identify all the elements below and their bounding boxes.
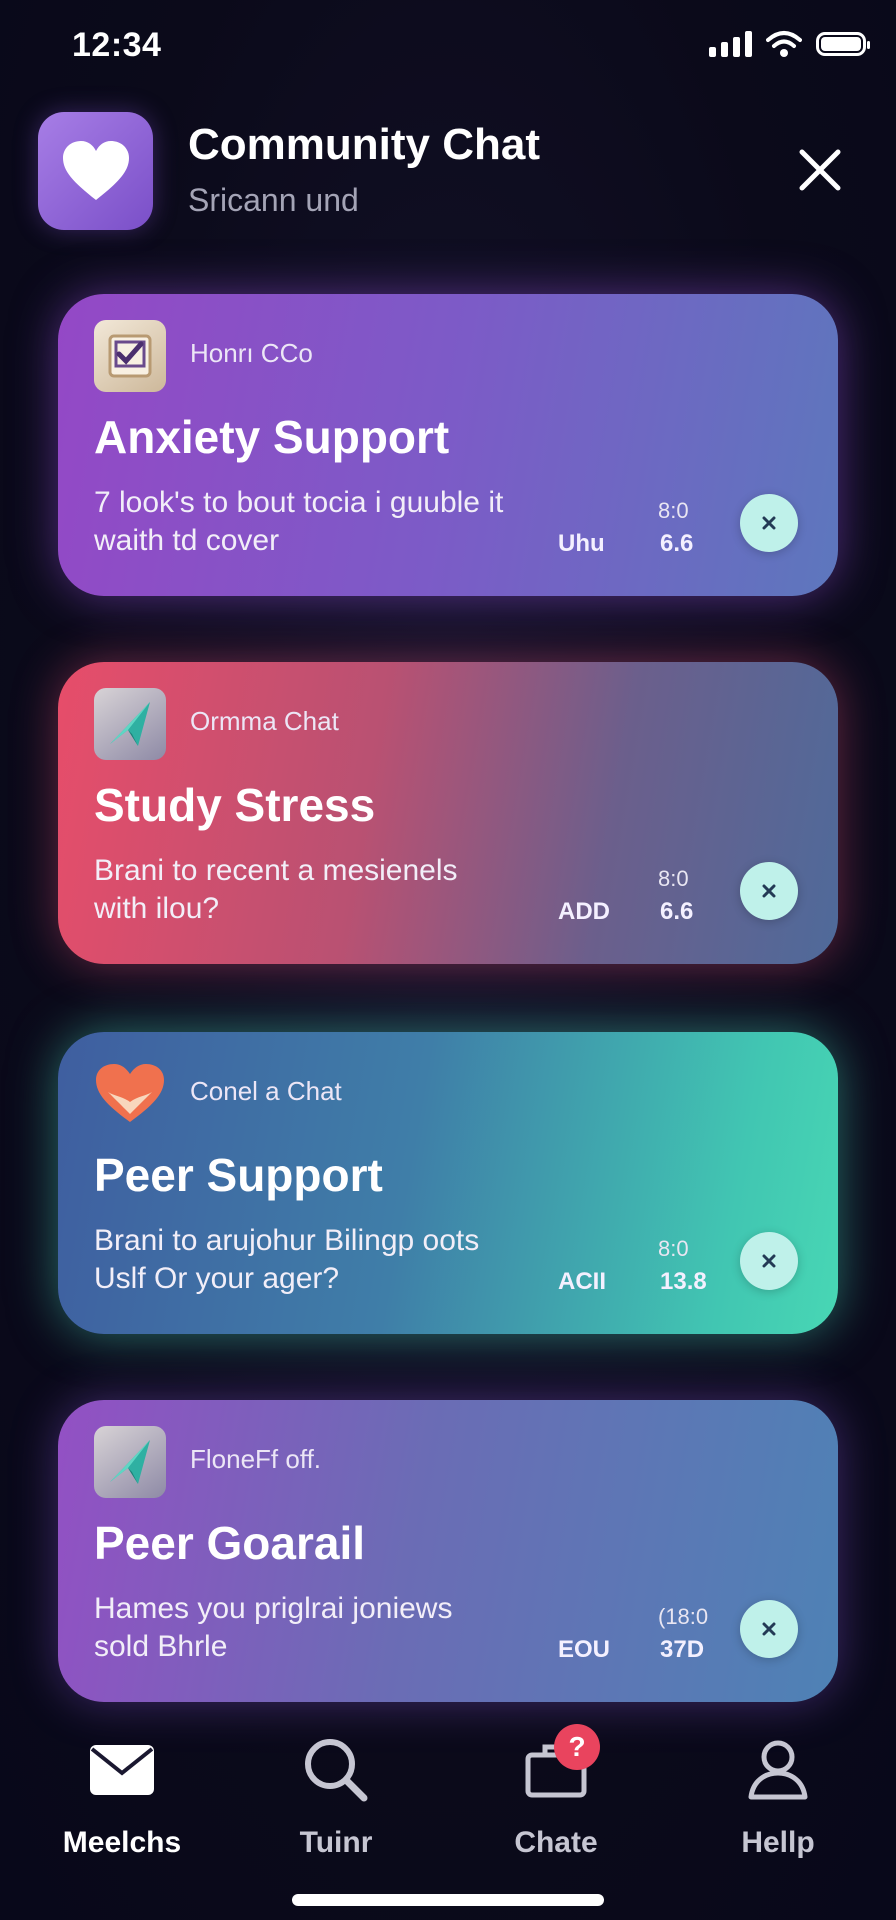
card-description-line: Uslf Or your ager? bbox=[94, 1262, 340, 1295]
card-stat-label: ADD bbox=[558, 898, 610, 925]
status-time: 12:34 bbox=[72, 26, 162, 64]
card-eyebrow: Ormma Chat bbox=[190, 706, 339, 736]
card-stat-top: (18:0 bbox=[658, 1604, 709, 1629]
app-logo bbox=[38, 112, 153, 230]
wifi-icon bbox=[766, 31, 802, 57]
status-icons bbox=[709, 30, 870, 58]
notification-badge: ? bbox=[554, 1724, 600, 1770]
card-description-line: with ilou? bbox=[94, 892, 220, 925]
dismiss-button[interactable] bbox=[740, 1232, 798, 1290]
close-icon bbox=[799, 149, 841, 191]
chat-card-study-stress[interactable]: Ormma Chat Study Stress Brani to recent … bbox=[58, 662, 838, 964]
card-title: Peer Goarail bbox=[94, 1517, 366, 1569]
card-description-line: sold Bhrle bbox=[94, 1630, 228, 1663]
card-stat-value: 6.6 bbox=[660, 898, 694, 925]
card-description: Brani to arujohur Bilingp oots Uslf Or y… bbox=[94, 1222, 564, 1298]
card-stat-label: ACII bbox=[558, 1268, 606, 1295]
heart-hands-icon bbox=[94, 1058, 166, 1130]
card-stat-top: 8:0 bbox=[658, 866, 689, 891]
close-icon bbox=[762, 516, 776, 530]
battery-icon bbox=[816, 32, 870, 56]
checklist-icon bbox=[94, 320, 166, 392]
card-stat-label: EOU bbox=[558, 1636, 611, 1663]
nav-label: Meelchs bbox=[62, 1826, 182, 1859]
close-icon bbox=[762, 1254, 776, 1268]
page-subtitle: Sricann und bbox=[188, 182, 359, 218]
close-icon bbox=[762, 1622, 776, 1636]
mail-icon bbox=[82, 1730, 162, 1810]
heart-icon bbox=[62, 141, 129, 200]
header: Community Chat Sricann und bbox=[38, 110, 858, 235]
briefcase-icon: ? bbox=[516, 1724, 600, 1810]
status-bar: 12:34 bbox=[0, 0, 896, 90]
card-stat-value: 37D bbox=[660, 1636, 705, 1663]
person-icon bbox=[738, 1730, 818, 1810]
card-stat-value: 13.8 bbox=[660, 1268, 707, 1295]
card-stat-label: Uhu bbox=[558, 530, 605, 557]
card-description-line: Hames you priglrai joniews bbox=[94, 1592, 453, 1625]
chat-card-peer-goarail[interactable]: FloneFf off. Peer Goarail Hames you prig… bbox=[58, 1400, 838, 1702]
card-eyebrow: Conel a Chat bbox=[190, 1076, 342, 1106]
nav-item-hellp[interactable]: Hellp bbox=[688, 1730, 868, 1860]
chat-card-anxiety-support[interactable]: Honrı CCo Anxiety Support 7 look's to bo… bbox=[58, 294, 838, 596]
dismiss-button[interactable] bbox=[740, 862, 798, 920]
card-description-line: Brani to arujohur Bilingp oots bbox=[94, 1224, 480, 1257]
card-description: 7 look's to bout tocia i guuble it waith… bbox=[94, 484, 564, 560]
card-description-line: Brani to recent a mesienels bbox=[94, 854, 458, 887]
nav-item-meelchs[interactable]: Meelchs bbox=[32, 1730, 212, 1860]
dismiss-button[interactable] bbox=[740, 1600, 798, 1658]
nav-label: Tuinr bbox=[299, 1826, 373, 1859]
card-description: Hames you priglrai joniews sold Bhrle bbox=[94, 1590, 564, 1666]
card-title: Peer Support bbox=[94, 1149, 383, 1201]
paper-plane-icon bbox=[94, 1426, 166, 1498]
card-stat-top: 8:0 bbox=[658, 498, 689, 523]
card-description-line: waith td cover bbox=[94, 524, 280, 557]
close-button[interactable] bbox=[782, 132, 858, 208]
card-description: Brani to recent a mesienels with ilou? bbox=[94, 852, 564, 928]
home-indicator bbox=[292, 1894, 604, 1906]
card-title: Study Stress bbox=[94, 779, 376, 831]
nav-label: Hellp bbox=[741, 1826, 815, 1859]
paper-plane-icon bbox=[94, 688, 166, 760]
close-icon bbox=[762, 884, 776, 898]
card-description-line: 7 look's to bout tocia i guuble it bbox=[94, 486, 504, 519]
cellular-signal-icon bbox=[709, 31, 752, 57]
chat-card-peer-support[interactable]: Conel a Chat Peer Support Brani to arujo… bbox=[58, 1032, 838, 1334]
card-eyebrow: FloneFf off. bbox=[190, 1444, 322, 1474]
card-eyebrow: Honrı CCo bbox=[190, 338, 313, 368]
page-title: Community Chat bbox=[188, 120, 540, 169]
nav-label: Chate bbox=[514, 1826, 598, 1859]
card-stat-top: 8:0 bbox=[658, 1236, 689, 1261]
card-title: Anxiety Support bbox=[94, 411, 450, 463]
search-icon bbox=[296, 1730, 376, 1810]
bottom-nav: Meelchs Tuinr ? Chate Hellp bbox=[0, 1724, 896, 1880]
nav-item-chate[interactable]: ? Chate bbox=[466, 1724, 646, 1860]
nav-item-tuinr[interactable]: Tuinr bbox=[246, 1730, 426, 1860]
card-stat-value: 6.6 bbox=[660, 530, 694, 557]
dismiss-button[interactable] bbox=[740, 494, 798, 552]
